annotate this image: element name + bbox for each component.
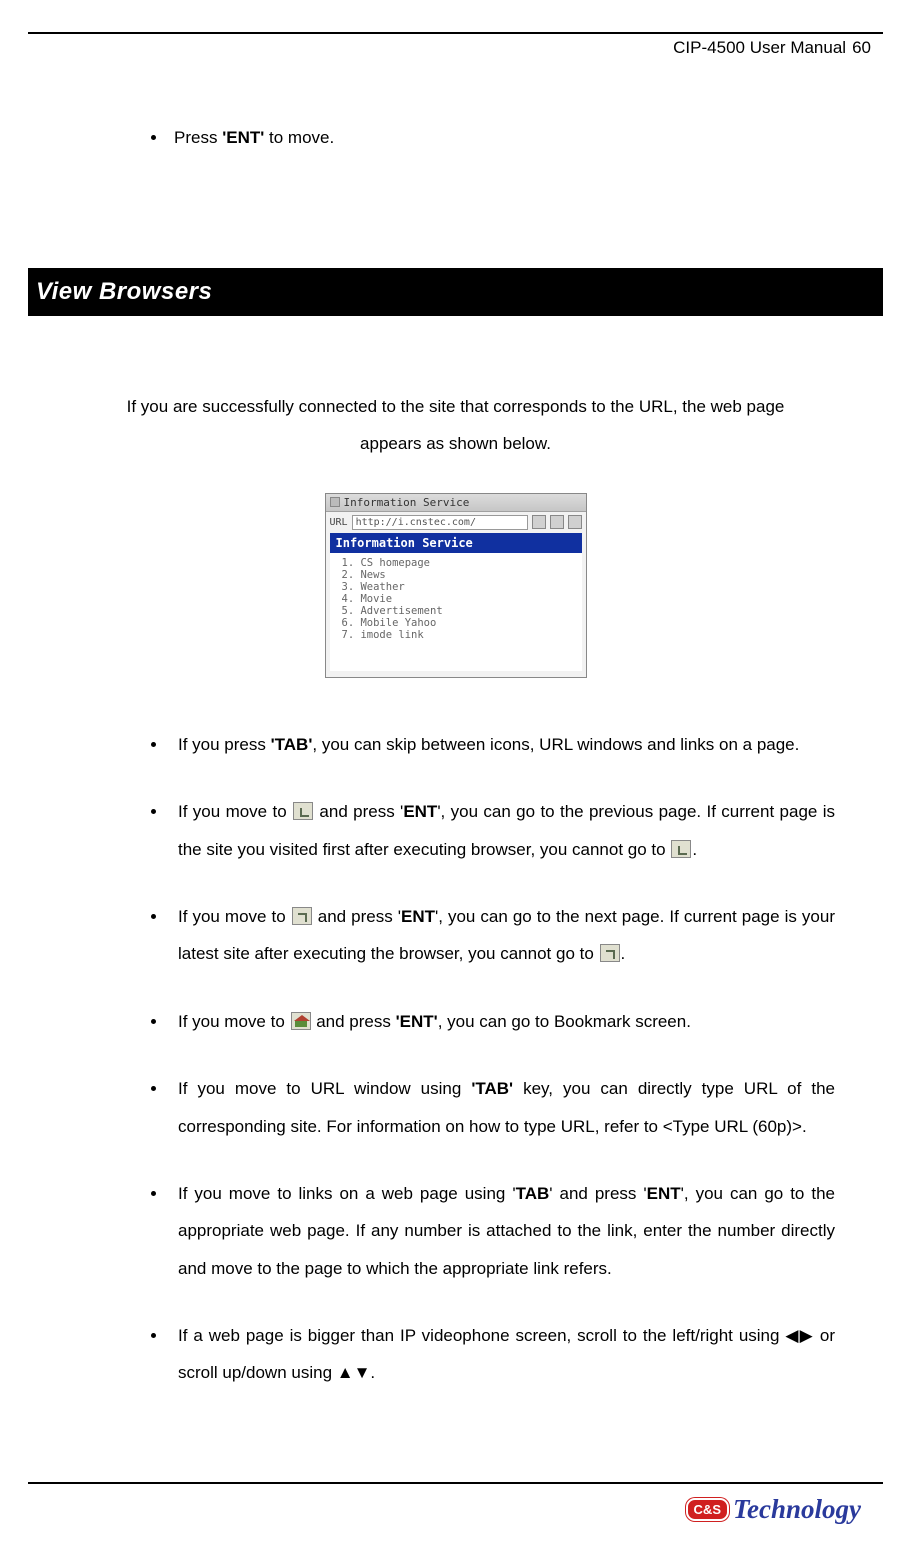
figure-link-item: 2. News	[342, 569, 570, 581]
key-ent: ENT	[647, 1184, 681, 1203]
text: , you can go to Bookmark screen.	[438, 1012, 691, 1031]
page-number: 60	[852, 38, 871, 58]
key-tab: 'TAB'	[471, 1079, 513, 1098]
text: If you move to links on a web page using…	[178, 1184, 516, 1203]
forward-arrow-icon	[292, 907, 312, 925]
text: and press '	[313, 907, 401, 926]
top-bullet-item: Press 'ENT' to move.	[168, 128, 883, 148]
key-ent: ENT	[401, 907, 435, 926]
key-ent: ENT	[403, 802, 437, 821]
text: If you press	[178, 735, 271, 754]
figure-titlebar-text: Information Service	[344, 496, 470, 509]
manual-title: CIP-4500 User Manual	[673, 38, 846, 58]
key-tab: TAB	[516, 1184, 550, 1203]
text: , you can skip between icons, URL window…	[312, 735, 799, 754]
key-tab: 'TAB'	[271, 735, 313, 754]
back-arrow-icon	[671, 840, 691, 858]
figure-page-heading: Information Service	[330, 533, 582, 553]
footer: C&S Technology	[28, 1484, 883, 1545]
logo-badge: C&S	[686, 1498, 729, 1521]
text: to move.	[264, 128, 334, 147]
figure-link-item: 5. Advertisement	[342, 605, 570, 617]
key-ent: 'ENT'	[396, 1012, 438, 1031]
text: If you move to	[178, 1012, 290, 1031]
logo-text: Technology	[733, 1494, 861, 1525]
text: If a web page is bigger than IP videopho…	[178, 1326, 785, 1345]
text: and press '	[314, 802, 403, 821]
main-bullet-list: If you press 'TAB', you can skip between…	[168, 726, 835, 1392]
text: Press	[174, 128, 222, 147]
figure-link-item: 4. Movie	[342, 593, 570, 605]
bullet-scroll: If a web page is bigger than IP videopho…	[168, 1317, 835, 1392]
back-arrow-icon	[293, 802, 313, 820]
arrows-left-right-icon: ◀▶	[785, 1326, 814, 1345]
forward-icon	[550, 515, 564, 529]
home-icon	[291, 1012, 311, 1030]
text: .	[621, 944, 626, 963]
back-icon	[532, 515, 546, 529]
browser-screenshot-figure: Information Service URL http://i.cnstec.…	[325, 493, 587, 678]
figure-titlebar: Information Service	[326, 494, 586, 512]
url-label: URL	[330, 517, 348, 528]
forward-arrow-icon	[600, 944, 620, 962]
bullet-bookmark: If you move to and press 'ENT', you can …	[168, 1003, 835, 1040]
text: ' and press '	[549, 1184, 646, 1203]
bullet-prev-page: If you move to and press 'ENT', you can …	[168, 793, 835, 868]
section-heading: View Browsers	[28, 268, 883, 316]
figure-link-item: 7. imode link	[342, 629, 570, 641]
text: .	[692, 840, 697, 859]
intro-paragraph: If you are successfully connected to the…	[108, 388, 803, 463]
top-bullet-list: Press 'ENT' to move.	[168, 128, 883, 148]
figure-link-item: 1. CS homepage	[342, 557, 570, 569]
figure-link-item: 3. Weather	[342, 581, 570, 593]
text: If you move to URL window using	[178, 1079, 471, 1098]
arrows-up-down-icon: ▲▼	[337, 1363, 371, 1382]
bullet-follow-link: If you move to links on a web page using…	[168, 1175, 835, 1287]
bullet-type-url: If you move to URL window using 'TAB' ke…	[168, 1070, 835, 1145]
figure-link-list: 1. CS homepage 2. News 3. Weather 4. Mov…	[330, 553, 582, 671]
window-icon	[330, 497, 340, 507]
bullet-tab-skip: If you press 'TAB', you can skip between…	[168, 726, 835, 763]
figure-url-row: URL http://i.cnstec.com/	[326, 512, 586, 533]
text: If you move to	[178, 907, 291, 926]
page-header: CIP-4500 User Manual 60	[28, 34, 883, 58]
key-ent: 'ENT'	[222, 128, 264, 147]
company-logo: C&S Technology	[686, 1494, 861, 1525]
bullet-next-page: If you move to and press 'ENT', you can …	[168, 898, 835, 973]
text: and press	[312, 1012, 396, 1031]
home-icon	[568, 515, 582, 529]
text: If you move to	[178, 802, 292, 821]
text: .	[370, 1363, 375, 1382]
url-field: http://i.cnstec.com/	[352, 515, 528, 530]
figure-link-item: 6. Mobile Yahoo	[342, 617, 570, 629]
